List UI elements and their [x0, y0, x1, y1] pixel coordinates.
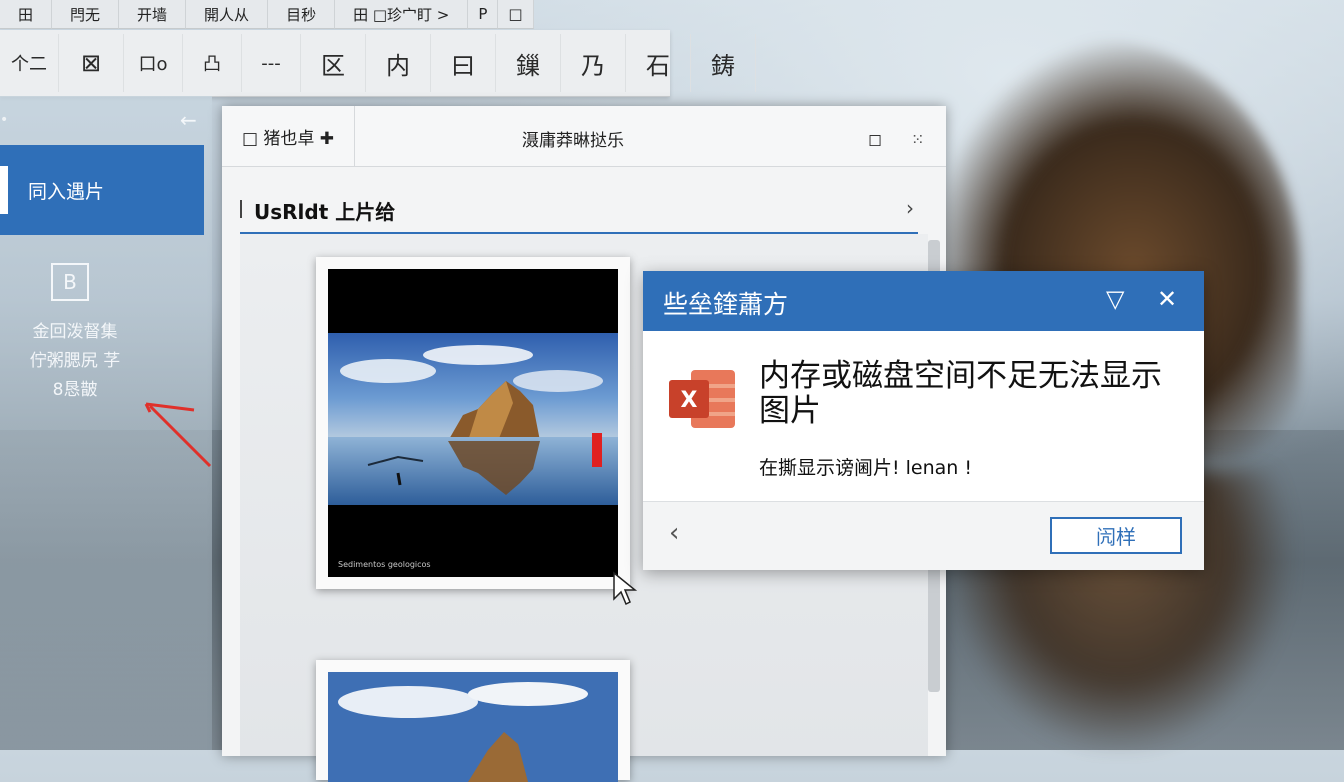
tab-2[interactable]: 閂无: [52, 0, 120, 29]
crop-icon[interactable]: ⊠: [59, 34, 124, 92]
cast-icon[interactable]: 鋳: [691, 34, 756, 92]
active-marker: [0, 166, 8, 214]
photo-thumbnail: Sedimentos geologicos: [328, 269, 618, 577]
chevron-right-icon[interactable]: ›: [906, 196, 914, 220]
tab-4[interactable]: 開人从: [186, 0, 269, 29]
panel-icon[interactable]: 曰: [431, 34, 496, 92]
dialog-title: 些垒鍷蕭方: [663, 290, 789, 319]
settings-icon[interactable]: ⁙: [911, 130, 924, 149]
tool-icon[interactable]: 乃: [561, 34, 626, 92]
dialog-body: X 内存或磁盘空间不足无法显示图片 在撕显示谤阃片! lenan !: [643, 331, 1204, 501]
dialog-footer: ‹ 闶样: [643, 501, 1204, 570]
section-bar: [240, 200, 242, 218]
close-icon[interactable]: ✕: [1157, 285, 1177, 313]
document-icon[interactable]: B: [51, 263, 89, 301]
dash-icon[interactable]: ---: [242, 34, 301, 92]
stone-icon[interactable]: 石: [626, 34, 691, 92]
arrow-left-icon[interactable]: 个二: [0, 34, 59, 92]
sidebar-dot: •: [0, 112, 9, 128]
window-titlebar: □ 猪也卓 ✚ 滠庸莽晽挞乐 ◻ ⁙: [222, 106, 946, 167]
photo-caption: Sedimentos geologicos: [338, 560, 431, 569]
red-arrow-annotation: [144, 402, 212, 468]
sidebar-description: 金回泼督集 佇粥腮尻 芓 8恳皵: [10, 318, 140, 405]
window-title: 滠庸莽晽挞乐: [522, 131, 624, 151]
tab-3[interactable]: 开墙: [119, 0, 187, 29]
excel-icon: X: [669, 370, 735, 428]
error-dialog: 些垒鍷蕭方 ▽ ✕ X 内存或磁盘空间不足无法显示图片 在撕显示谤阃片! len…: [643, 271, 1204, 570]
error-message: 内存或磁盘空间不足无法显示图片: [759, 358, 1162, 429]
photo-thumbnail-2: [328, 672, 618, 782]
sidebar-text-line-2: 佇粥腮尻 芓: [29, 351, 121, 371]
restore-icon[interactable]: ◻: [868, 130, 882, 150]
landscape-image: [328, 333, 618, 505]
sidebar-text-line-3: 8恳皵: [52, 380, 98, 400]
section-header[interactable]: UsRldt 上片给 ›: [240, 192, 918, 235]
back-button[interactable]: □ 猪也卓 ✚: [222, 106, 355, 166]
sidebar-item-label: 同入遇片: [28, 180, 105, 203]
sidebar-item-active[interactable]: 同入遇片: [0, 145, 204, 235]
section-title: UsRldt 上片给: [254, 200, 396, 224]
tab-8[interactable]: □: [498, 0, 534, 29]
mouse-cursor-icon: [613, 571, 638, 606]
chevron-left-icon[interactable]: ‹: [669, 518, 679, 548]
tab-7[interactable]: P: [468, 0, 499, 29]
tab-1[interactable]: 田: [0, 0, 53, 29]
ribbon-tabs: 田 閂无 开墙 開人从 目秒 田 □珍宀盯 > P □: [0, 0, 534, 30]
error-sub-message: 在撕显示谤阃片! lenan !: [759, 457, 973, 479]
landscape-image-2: [328, 672, 618, 782]
dialog-header: 些垒鍷蕭方 ▽ ✕: [643, 271, 1204, 331]
tab-5[interactable]: 目秒: [268, 0, 336, 29]
ribbon-toolbar: 个二 ⊠ 口o 凸 --- 区 内 曰 鏁 乃 石 鋳: [0, 30, 756, 97]
frame-icon[interactable]: 凸: [183, 34, 242, 92]
tab-6[interactable]: 田 □珍宀盯 >: [335, 0, 469, 29]
back-arrow-icon[interactable]: ←: [180, 108, 197, 132]
excel-letter: X: [681, 388, 698, 413]
image-box-icon[interactable]: 区: [301, 34, 366, 92]
insert-icon[interactable]: 内: [366, 34, 431, 92]
format-icon[interactable]: 鏁: [496, 34, 561, 92]
photo-card-2[interactable]: [316, 660, 630, 782]
photo-card[interactable]: Sedimentos geologicos: [316, 257, 630, 589]
chevron-down-icon[interactable]: ▽: [1106, 285, 1124, 313]
confirm-button[interactable]: 闶样: [1050, 517, 1182, 554]
sidebar-text-line-1: 金回泼督集: [32, 322, 118, 342]
shape-icon[interactable]: 口o: [124, 34, 183, 92]
red-marker: [592, 433, 602, 467]
